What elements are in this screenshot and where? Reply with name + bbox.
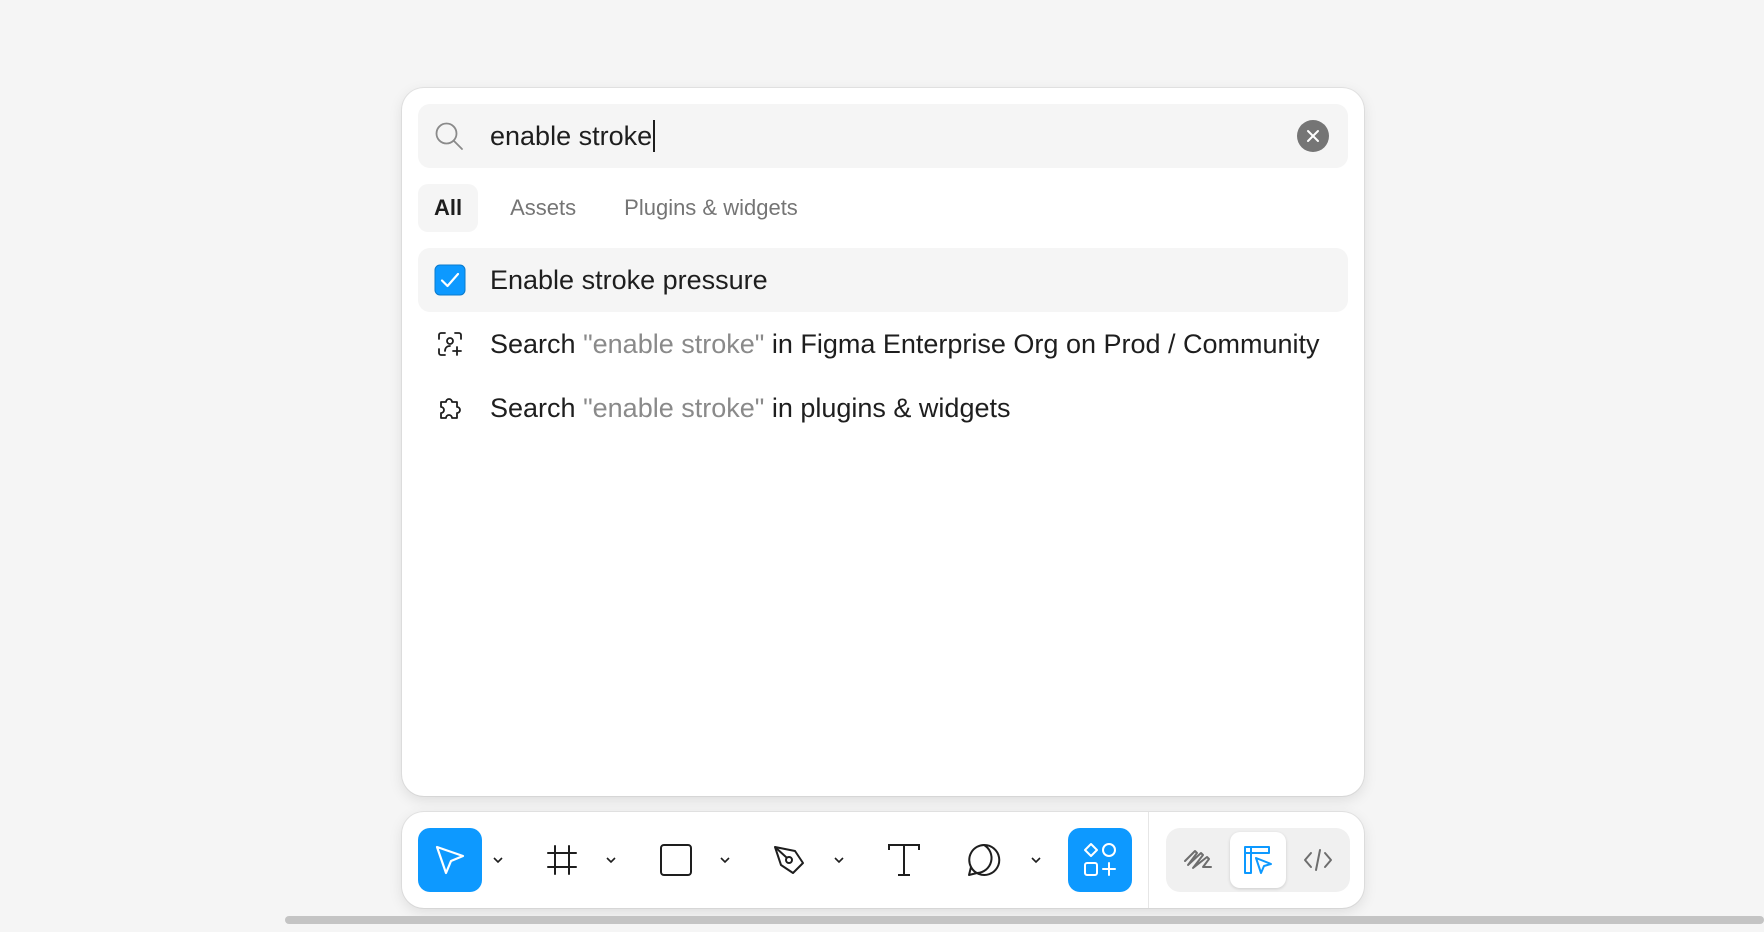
- result-prefix: Search: [490, 392, 584, 423]
- shapes-plus-icon: [1084, 843, 1116, 876]
- search-input[interactable]: enable stroke: [490, 120, 656, 152]
- result-query: "enable stroke": [583, 328, 765, 359]
- rectangle-tool-chevron[interactable]: [715, 850, 735, 870]
- frame-hash-icon: [547, 845, 577, 875]
- plugin-puzzle-icon: [434, 392, 466, 424]
- tab-all[interactable]: All: [418, 184, 479, 232]
- text-t-icon: [888, 844, 920, 876]
- design-cursor-icon: [1244, 846, 1272, 874]
- tab-plugins-widgets[interactable]: Plugins & widgets: [608, 184, 814, 232]
- comment-tool-chevron[interactable]: [1026, 850, 1046, 870]
- frame-tool-chevron[interactable]: [601, 850, 621, 870]
- move-tool-button[interactable]: [418, 828, 482, 892]
- bottom-toolbar: [402, 812, 1364, 908]
- chevron-down-icon: [606, 857, 616, 864]
- move-tool-chevron[interactable]: [488, 850, 508, 870]
- horizontal-scrollbar[interactable]: [285, 916, 1764, 924]
- actions-tool-button[interactable]: [1068, 828, 1132, 892]
- code-brackets-icon: [1304, 849, 1332, 871]
- rectangle-icon: [660, 844, 692, 876]
- search-tabs: All Assets Plugins & widgets: [418, 184, 830, 232]
- result-enable-stroke-pressure[interactable]: Enable stroke pressure: [418, 248, 1348, 312]
- cursor-arrow-icon: [435, 845, 465, 875]
- chevron-down-icon: [493, 857, 503, 864]
- result-search-community[interactable]: Search "enable stroke" in Figma Enterpri…: [418, 312, 1348, 376]
- search-query: enable stroke: [490, 121, 653, 151]
- chevron-down-icon: [1031, 857, 1041, 864]
- pen-tool-chevron[interactable]: [829, 850, 849, 870]
- mode-switcher: [1166, 828, 1350, 892]
- quick-actions-panel: enable stroke All Assets Plugins & widge…: [402, 88, 1364, 796]
- comment-tool-button[interactable]: [952, 828, 1016, 892]
- dev-mode-button[interactable]: [1290, 832, 1346, 888]
- draw-mode-button[interactable]: [1170, 832, 1226, 888]
- result-prefix: Search: [490, 328, 584, 359]
- text-caret: [653, 120, 656, 152]
- text-tool-button[interactable]: [872, 828, 936, 892]
- toolbar-divider: [1148, 812, 1149, 908]
- close-icon: [1307, 130, 1319, 142]
- chevron-down-icon: [834, 857, 844, 864]
- search-results: Enable stroke pressure Search "enable st…: [418, 248, 1348, 440]
- result-suffix: in Figma Enterprise Org on Prod / Commun…: [764, 328, 1320, 359]
- design-mode-button[interactable]: [1230, 832, 1286, 888]
- search-icon: [435, 122, 463, 150]
- comment-bubble-icon: [968, 843, 1001, 876]
- checkbox-checked-icon[interactable]: [434, 264, 466, 296]
- result-query: "enable stroke": [583, 392, 765, 423]
- pen-nib-icon: [774, 846, 804, 874]
- rectangle-tool-button[interactable]: [644, 828, 708, 892]
- result-suffix: in plugins & widgets: [764, 392, 1011, 423]
- result-label: Enable stroke pressure: [490, 264, 768, 295]
- community-search-icon: [434, 328, 466, 360]
- pen-tool-button[interactable]: [758, 828, 822, 892]
- chevron-down-icon: [720, 857, 730, 864]
- result-search-plugins[interactable]: Search "enable stroke" in plugins & widg…: [418, 376, 1348, 440]
- draw-squiggle-icon: [1184, 850, 1212, 869]
- search-bar[interactable]: enable stroke: [418, 104, 1348, 168]
- tab-assets[interactable]: Assets: [494, 184, 592, 232]
- clear-search-button[interactable]: [1297, 120, 1329, 152]
- frame-tool-button[interactable]: [530, 828, 594, 892]
